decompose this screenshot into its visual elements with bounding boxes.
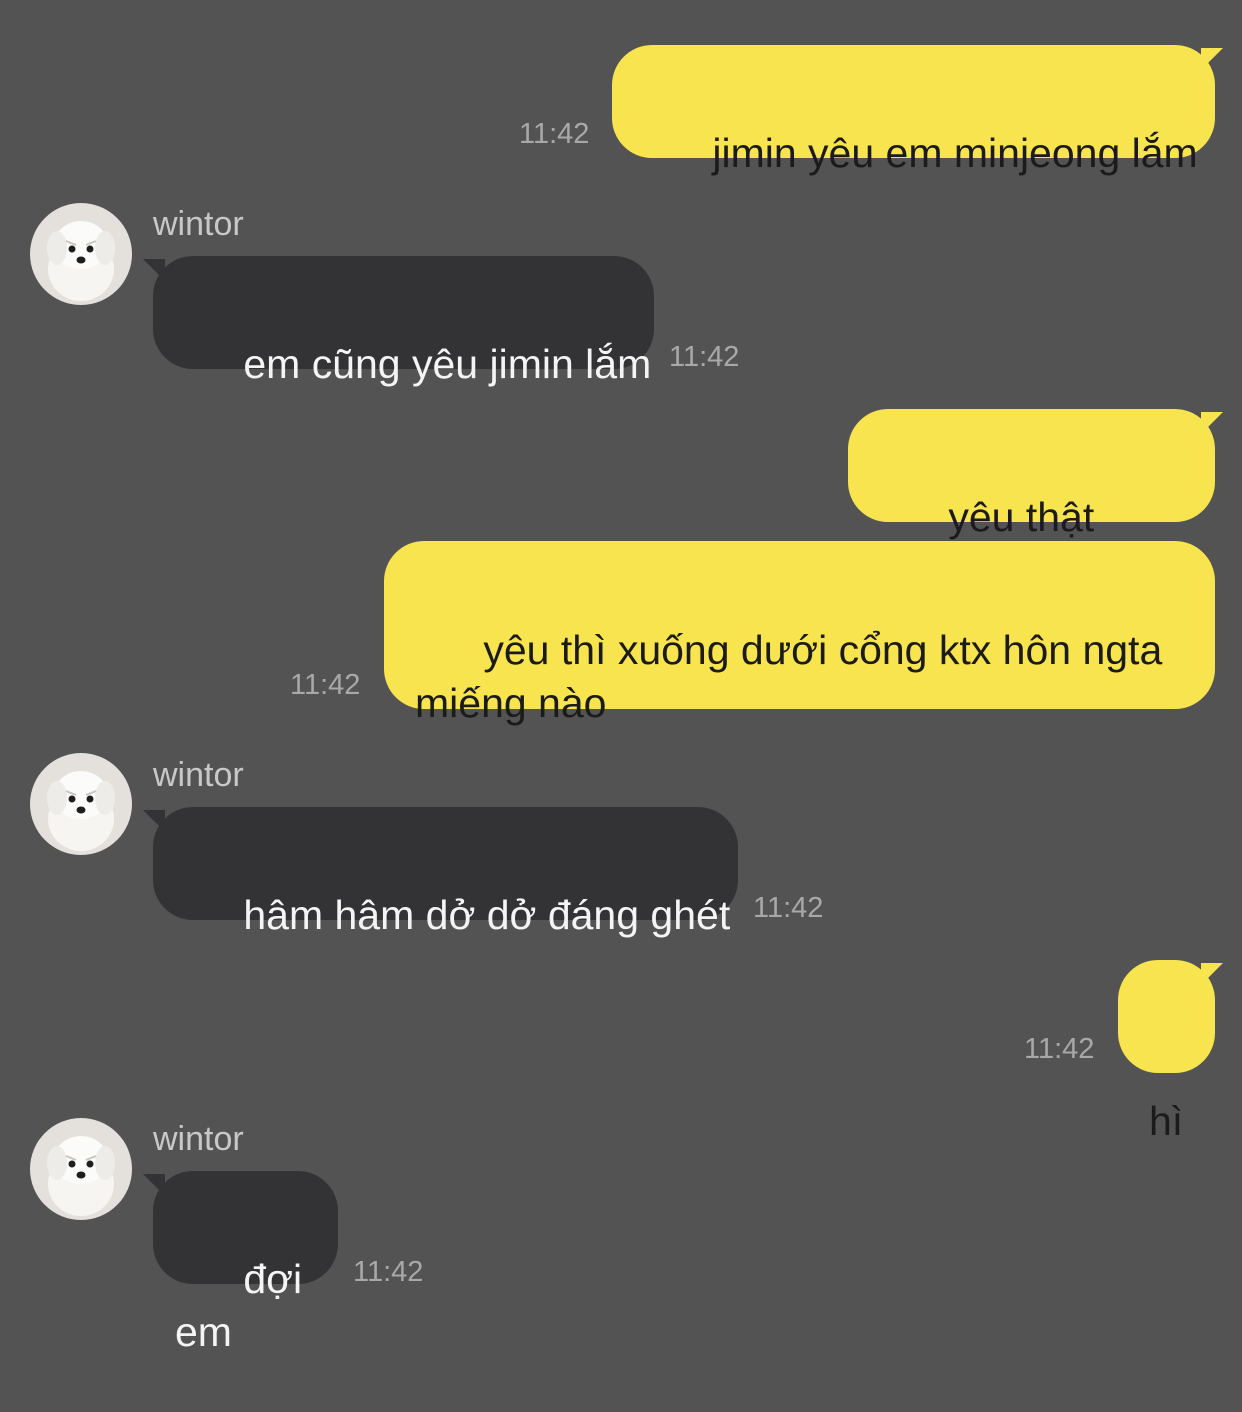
- message-text: hâm hâm dở dở đáng ghét: [243, 892, 731, 938]
- chat-thread[interactable]: jimin yêu em minjeong lắm 11:42 wintor e…: [0, 0, 1242, 1355]
- white-puppy-avatar-icon: [30, 203, 132, 305]
- message-text: hì: [1149, 1098, 1184, 1144]
- white-puppy-avatar-icon: [30, 1118, 132, 1220]
- message-timestamp: 11:42: [353, 1256, 424, 1288]
- bubble-tail: [143, 1174, 165, 1196]
- bubble-tail: [1201, 412, 1223, 434]
- contact-avatar[interactable]: [30, 753, 132, 855]
- contact-avatar[interactable]: [30, 203, 132, 305]
- message-text: yêu thì xuống dưới cổng ktx hôn ngta miế…: [415, 627, 1174, 726]
- white-puppy-avatar-icon: [30, 753, 132, 855]
- message-timestamp: 11:42: [669, 341, 740, 373]
- message-timestamp: 11:42: [290, 669, 361, 701]
- bubble-tail: [1201, 48, 1223, 70]
- sender-name: wintor: [153, 756, 244, 794]
- message-bubble[interactable]: em cũng yêu jimin lắm: [153, 256, 654, 387]
- message-text: em cũng yêu jimin lắm: [243, 341, 652, 387]
- message-bubble[interactable]: jimin yêu em minjeong lắm: [612, 45, 1215, 176]
- message-bubble[interactable]: đợi em: [153, 1171, 338, 1355]
- sender-name: wintor: [153, 205, 244, 243]
- message-bubble[interactable]: yêu thì xuống dưới cổng ktx hôn ngta miế…: [384, 541, 1215, 726]
- contact-avatar[interactable]: [30, 1118, 132, 1220]
- bubble-tail: [143, 259, 165, 281]
- message-bubble[interactable]: hâm hâm dở dở đáng ghét: [153, 807, 738, 938]
- message-text: đợi em: [175, 1256, 314, 1355]
- message-bubble[interactable]: yêu thật không: [848, 409, 1215, 593]
- sender-name: wintor: [153, 1120, 244, 1158]
- bubble-tail: [1201, 963, 1223, 985]
- message-timestamp: 11:42: [1024, 1033, 1095, 1065]
- message-timestamp: 11:42: [519, 118, 590, 150]
- message-timestamp: 11:42: [753, 892, 824, 924]
- message-text: jimin yêu em minjeong lắm: [712, 130, 1198, 176]
- bubble-tail: [143, 810, 165, 832]
